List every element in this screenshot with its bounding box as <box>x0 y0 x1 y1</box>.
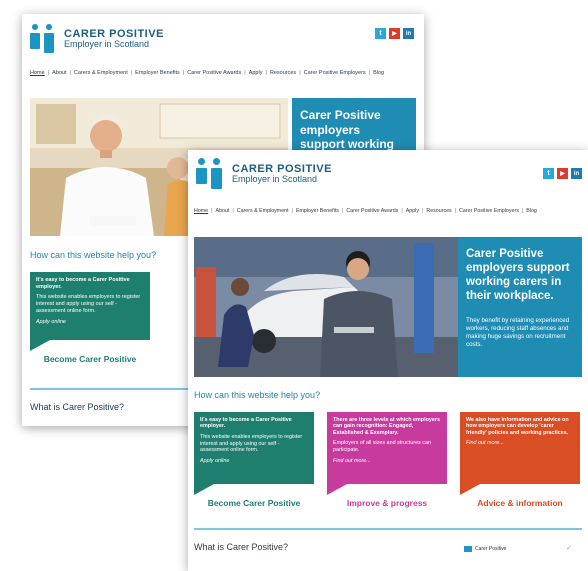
tiles-row: It's easy to become a Carer Positive emp… <box>194 412 580 508</box>
logo-mark-icon <box>30 24 58 54</box>
nav-apply[interactable]: Apply <box>406 208 419 214</box>
front-screenshot: CARER POSITIVE Employer in Scotland t ▶ … <box>188 150 588 571</box>
mini-logo-icon <box>464 546 472 552</box>
hero-banner: Carer Positive employers support working… <box>194 237 582 377</box>
nav-employers[interactable]: Carer Positive Employers <box>304 70 366 76</box>
twitter-icon[interactable]: t <box>543 168 554 179</box>
hero-text-panel: Carer Positive employers support working… <box>458 237 582 377</box>
section-title: How can this website help you? <box>194 390 321 400</box>
youtube-icon[interactable]: ▶ <box>557 168 568 179</box>
youtube-icon[interactable]: ▶ <box>389 28 400 39</box>
tile-improve[interactable]: There are three levels at which employer… <box>327 412 447 508</box>
tiles-row: It's easy to become a Carer Positive emp… <box>30 272 196 364</box>
what-is-title[interactable]: What is Carer Positive? <box>30 402 124 412</box>
nav-home[interactable]: Home <box>30 70 45 76</box>
hero-subtext: They benefit by retaining experienced wo… <box>466 317 570 349</box>
tile-advice[interactable]: We also have information and advice on h… <box>460 412 580 508</box>
tile-fold-shape <box>194 484 214 495</box>
tile-improve-heading: There are three levels at which employer… <box>333 417 440 436</box>
tile-fold-shape <box>460 484 480 495</box>
nav-employers[interactable]: Carer Positive Employers <box>459 208 519 214</box>
tile-improve-box: There are three levels at which employer… <box>327 412 447 495</box>
tile-become-link[interactable]: Apply online <box>36 319 144 325</box>
tile-advice-heading: We also have information and advice on h… <box>466 417 569 436</box>
logo-mark-icon <box>196 158 226 190</box>
nav-employer-benefits[interactable]: Employer Benefits <box>296 208 339 214</box>
nav-carers-employment[interactable]: Carers & Employment <box>237 208 289 214</box>
mini-logo: Carer Positive <box>464 546 506 552</box>
nav-resources[interactable]: Resources <box>426 208 451 214</box>
tile-improve-title[interactable]: Improve & progress <box>327 498 447 508</box>
nav-apply[interactable]: Apply <box>249 70 263 76</box>
carer-positive-logo[interactable]: CARER POSITIVE Employer in Scotland <box>30 24 164 54</box>
tile-become-body: This website enables employers to regist… <box>200 433 303 454</box>
hero-photo-mechanics-garage <box>194 237 458 377</box>
tile-fold-shape <box>327 484 347 495</box>
tile-become-box: It's easy to become a Carer Positive emp… <box>30 272 150 351</box>
social-links: t ▶ in <box>543 168 582 179</box>
tile-advice-link[interactable]: Find out more... <box>466 440 574 446</box>
social-links: t ▶ in <box>375 28 414 39</box>
tile-advice-title[interactable]: Advice & information <box>460 498 580 508</box>
main-nav: Home | About | Carers & Employment | Employ… <box>30 70 385 76</box>
carer-positive-logo[interactable]: CARER POSITIVE Employer in Scotland <box>196 158 332 190</box>
tile-become-link[interactable]: Apply online <box>200 458 308 464</box>
nav-about[interactable]: About <box>52 70 66 76</box>
nav-awards[interactable]: Carer Positive Awards <box>187 70 241 76</box>
divider <box>194 528 582 530</box>
logo-subtitle: Employer in Scotland <box>64 39 150 50</box>
tile-improve-body: Employers of all sizes and structures ca… <box>333 440 431 454</box>
hero-headline: Carer Positive employers support working… <box>466 248 570 303</box>
tile-become[interactable]: It's easy to become a Carer Positive emp… <box>194 412 314 508</box>
nav-awards[interactable]: Carer Positive Awards <box>346 208 398 214</box>
nav-employer-benefits[interactable]: Employer Benefits <box>135 70 180 76</box>
tile-become[interactable]: It's easy to become a Carer Positive emp… <box>30 272 150 364</box>
tile-fold-shape <box>30 340 50 351</box>
tile-become-heading: It's easy to become a Carer Positive emp… <box>36 277 130 290</box>
tile-become-box: It's easy to become a Carer Positive emp… <box>194 412 314 495</box>
tile-become-title[interactable]: Become Carer Positive <box>194 498 314 508</box>
nav-carers-employment[interactable]: Carers & Employment <box>74 70 128 76</box>
main-nav: Home | About | Carers & Employment | Employ… <box>194 208 537 214</box>
tile-advice-box: We also have information and advice on h… <box>460 412 580 495</box>
tile-become-title[interactable]: Become Carer Positive <box>30 354 150 364</box>
nav-blog[interactable]: Blog <box>526 208 537 214</box>
nav-blog[interactable]: Blog <box>373 70 384 76</box>
nav-about[interactable]: About <box>216 208 230 214</box>
nav-resources[interactable]: Resources <box>270 70 296 76</box>
logo-subtitle: Employer in Scotland <box>232 174 318 185</box>
tile-become-heading: It's easy to become a Carer Positive emp… <box>200 417 292 430</box>
tile-become-body: This website enables employers to regist… <box>36 294 141 314</box>
nav-home[interactable]: Home <box>194 208 208 214</box>
linkedin-icon[interactable]: in <box>571 168 582 179</box>
twitter-icon[interactable]: t <box>375 28 386 39</box>
what-is-title[interactable]: What is Carer Positive? <box>194 542 288 552</box>
tile-improve-link[interactable]: Find out more... <box>333 458 441 464</box>
section-title: How can this website help you? <box>30 250 157 260</box>
mini-logo-text: Carer Positive <box>475 546 507 552</box>
linkedin-icon[interactable]: in <box>403 28 414 39</box>
chevron-icon: ✓ <box>566 545 572 552</box>
